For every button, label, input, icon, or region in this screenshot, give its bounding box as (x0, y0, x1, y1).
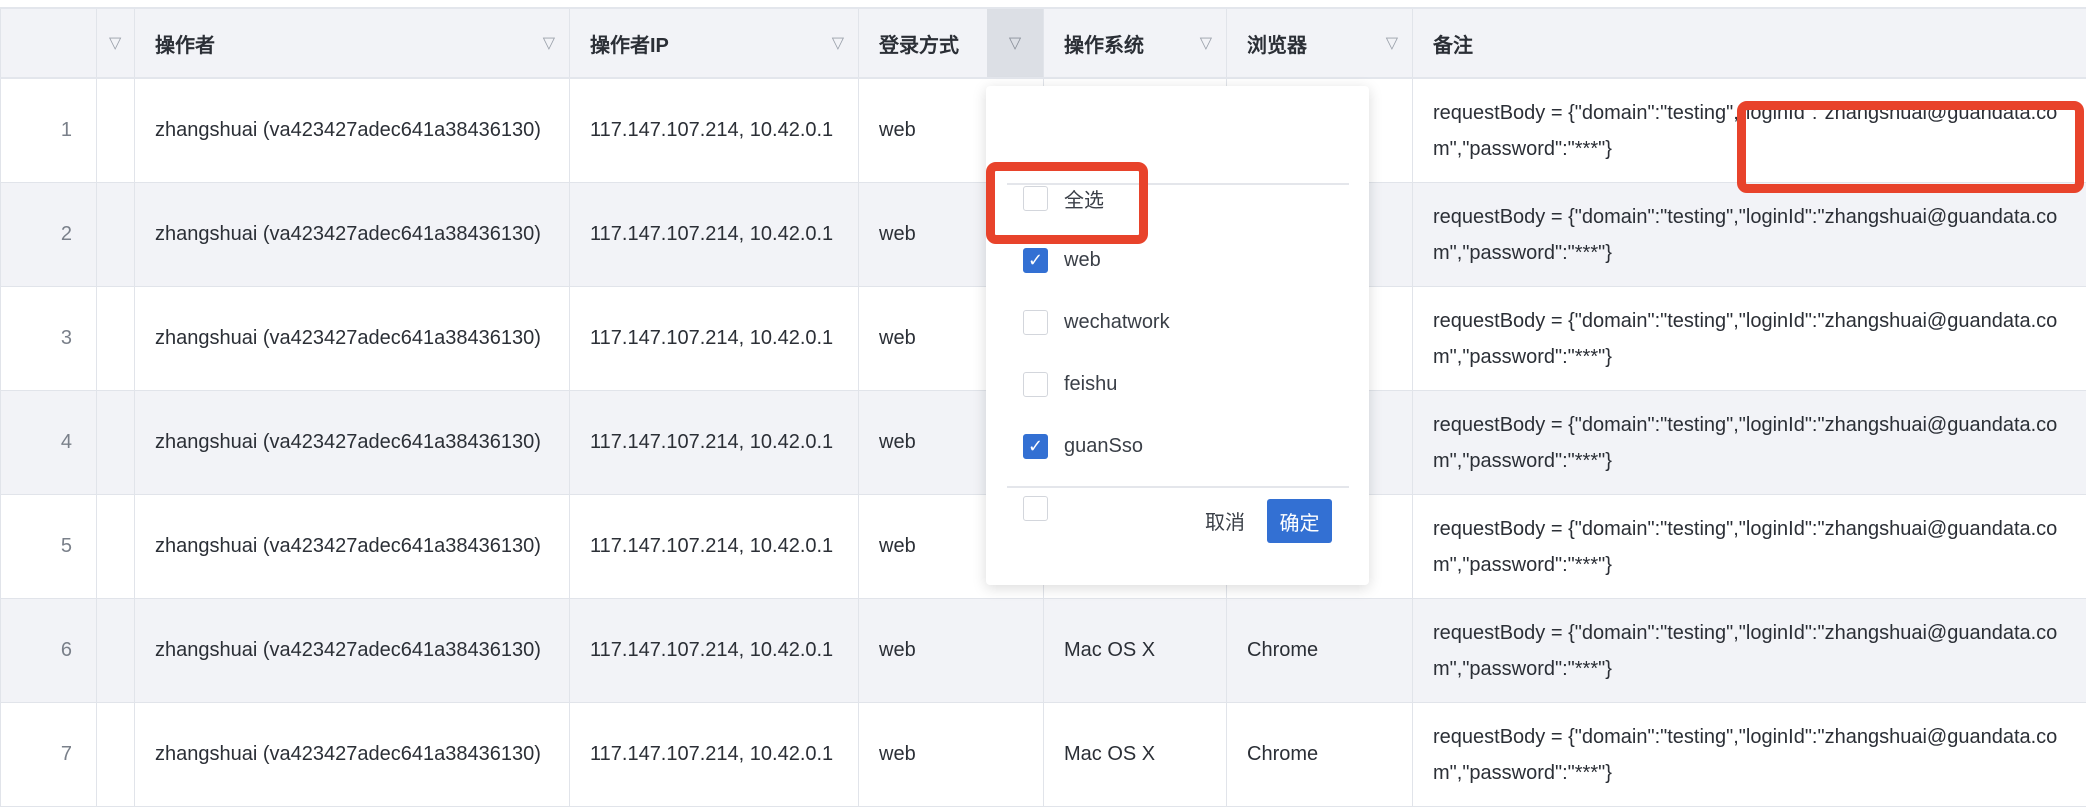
login-method-cell: web (859, 703, 1044, 807)
header-login-method: 登录方式 ▽ (859, 8, 1044, 78)
ip-cell: 117.147.107.214, 10.42.0.1 (570, 495, 859, 599)
option-label: feishu (1064, 373, 1117, 396)
operator-cell: zhangshuai (va423427adec641a38436130) (135, 287, 570, 391)
checkbox[interactable] (1023, 186, 1048, 211)
row-index: 2 (1, 183, 97, 287)
cancel-button[interactable]: 取消 (1205, 506, 1245, 535)
filter-option[interactable]: feishu (1023, 372, 1117, 397)
ip-cell: 117.147.107.214, 10.42.0.1 (570, 287, 859, 391)
filter-column-cell (97, 287, 135, 391)
note-cell: requestBody = {"domain":"testing","login… (1413, 183, 2086, 287)
filter-column-cell (97, 495, 135, 599)
ip-cell: 117.147.107.214, 10.42.0.1 (570, 703, 859, 807)
browser-cell: Chrome (1227, 703, 1413, 807)
row-index: 6 (1, 599, 97, 703)
row-index: 5 (1, 495, 97, 599)
checkbox[interactable] (1023, 310, 1048, 335)
filter-icon[interactable]: ▽ (109, 33, 121, 53)
header-label: 操作者 (155, 35, 215, 57)
filter-option[interactable]: wechatwork (1023, 310, 1170, 335)
filter-column-cell (97, 599, 135, 703)
header-label: 备注 (1433, 35, 1473, 57)
header-label: 浏览器 (1247, 35, 1307, 57)
os-cell: Mac OS X (1044, 703, 1227, 807)
note-cell: requestBody = {"domain":"testing","login… (1413, 599, 2086, 703)
filter-option[interactable]: ✓ guanSso (1023, 434, 1143, 459)
header-label: 登录方式 (879, 35, 959, 57)
filter-icon[interactable]: ▽ (832, 33, 844, 53)
note-cell: requestBody = {"domain":"testing","login… (1413, 703, 2086, 807)
filter-column-cell (97, 78, 135, 183)
option-label: guanSso (1064, 435, 1143, 458)
table-row[interactable]: 7 zhangshuai (va423427adec641a38436130)11… (1, 703, 2086, 807)
ip-cell: 117.147.107.214, 10.42.0.1 (570, 599, 859, 703)
row-index: 3 (1, 287, 97, 391)
operator-cell: zhangshuai (va423427adec641a38436130) (135, 78, 570, 183)
login-method-cell: web (859, 599, 1044, 703)
checkbox[interactable] (1023, 496, 1048, 521)
header-browser: 浏览器 ▽ (1227, 8, 1413, 78)
confirm-button[interactable]: 确定 (1267, 499, 1332, 543)
row-index: 4 (1, 391, 97, 495)
ip-cell: 117.147.107.214, 10.42.0.1 (570, 183, 859, 287)
row-index: 7 (1, 703, 97, 807)
option-label: web (1064, 249, 1101, 272)
header-os: 操作系统 ▽ (1044, 8, 1227, 78)
header-filter-column: ▽ (97, 8, 135, 78)
operator-cell: zhangshuai (va423427adec641a38436130) (135, 391, 570, 495)
operator-cell: zhangshuai (va423427adec641a38436130) (135, 183, 570, 287)
divider (1007, 486, 1349, 488)
login-method-filter-dropdown: 全选 ✓ web wechatwork feishu ✓ guanSso 取消 确定 (986, 86, 1369, 585)
note-cell: requestBody = {"domain":"testing","login… (1413, 78, 2086, 183)
filter-icon[interactable]: ▽ (987, 9, 1043, 77)
row-index: 1 (1, 78, 97, 183)
note-cell: requestBody = {"domain":"testing","login… (1413, 495, 2086, 599)
filter-icon[interactable]: ▽ (1200, 33, 1212, 53)
browser-cell: Chrome (1227, 599, 1413, 703)
ip-cell: 117.147.107.214, 10.42.0.1 (570, 78, 859, 183)
header-index (1, 8, 97, 78)
header-label: 操作者IP (590, 35, 669, 57)
operator-cell: zhangshuai (va423427adec641a38436130) (135, 495, 570, 599)
table-row[interactable]: 6 zhangshuai (va423427adec641a38436130)11… (1, 599, 2086, 703)
header-operator-ip: 操作者IP ▽ (570, 8, 859, 78)
operator-cell: zhangshuai (va423427adec641a38436130) (135, 703, 570, 807)
note-cell: requestBody = {"domain":"testing","login… (1413, 391, 2086, 495)
select-all-option[interactable]: 全选 (1023, 184, 1104, 213)
checkbox[interactable] (1023, 372, 1048, 397)
filter-option[interactable] (1023, 496, 1064, 521)
checkbox-checked-icon[interactable]: ✓ (1023, 248, 1048, 273)
checkbox-checked-icon[interactable]: ✓ (1023, 434, 1048, 459)
filter-icon[interactable]: ▽ (1386, 33, 1398, 53)
option-label: wechatwork (1064, 311, 1170, 334)
filter-column-cell (97, 703, 135, 807)
os-cell: Mac OS X (1044, 599, 1227, 703)
table-header: ▽ 操作者 ▽ 操作者IP ▽ 登录方式 ▽ 操作系统 ▽ 浏览器 ▽ 备注 (1, 8, 2086, 78)
header-label: 操作系统 (1064, 35, 1144, 57)
filter-icon[interactable]: ▽ (543, 33, 555, 53)
note-cell: requestBody = {"domain":"testing","login… (1413, 287, 2086, 391)
filter-column-cell (97, 183, 135, 287)
filter-option[interactable]: ✓ web (1023, 248, 1101, 273)
ip-cell: 117.147.107.214, 10.42.0.1 (570, 391, 859, 495)
header-operator: 操作者 ▽ (135, 8, 570, 78)
operator-cell: zhangshuai (va423427adec641a38436130) (135, 599, 570, 703)
divider (1007, 183, 1349, 185)
option-label: 全选 (1064, 184, 1104, 213)
header-note: 备注 (1413, 8, 2086, 78)
filter-column-cell (97, 391, 135, 495)
